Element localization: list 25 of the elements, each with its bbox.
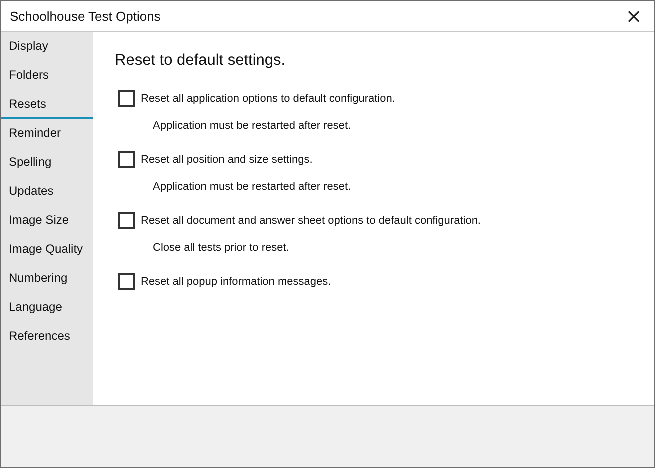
checkbox[interactable]: [118, 212, 135, 229]
sidebar-item[interactable]: Image Size: [1, 206, 93, 235]
sidebar-item[interactable]: Resets: [1, 90, 93, 119]
checkbox[interactable]: [118, 151, 135, 168]
checkbox-label: Reset all document and answer sheet options to default configuration.: [141, 214, 481, 226]
hint-text: Application must be restarted after reset.: [153, 181, 352, 193]
section-heading: Reset to default settings.: [115, 52, 287, 70]
window-title: Schoolhouse Test Options: [10, 8, 161, 24]
checkbox[interactable]: [118, 273, 135, 290]
sidebar-item[interactable]: Language: [1, 293, 93, 322]
checkbox-label: Reset all popup information messages.: [141, 276, 332, 288]
checkbox[interactable]: [118, 90, 135, 107]
sidebar-item[interactable]: References: [1, 322, 93, 351]
checkbox-label: Reset all application options to default configuration.: [141, 92, 396, 104]
hint-text: Close all tests prior to reset.: [153, 242, 290, 254]
sidebar-item[interactable]: Reminder: [1, 119, 93, 148]
sidebar-item[interactable]: Spelling: [1, 148, 93, 177]
sidebar-item[interactable]: Numbering: [1, 264, 93, 293]
sidebar-item[interactable]: Image Quality: [1, 235, 93, 264]
hint-text: Application must be restarted after reset.: [153, 120, 352, 132]
checkbox-label: Reset all position and size settings.: [141, 154, 313, 166]
sidebar-item[interactable]: Display: [1, 32, 93, 61]
close-button[interactable]: ×: [614, 1, 654, 31]
sidebar-item[interactable]: Folders: [1, 61, 93, 90]
sidebar-item[interactable]: Updates: [1, 177, 93, 206]
